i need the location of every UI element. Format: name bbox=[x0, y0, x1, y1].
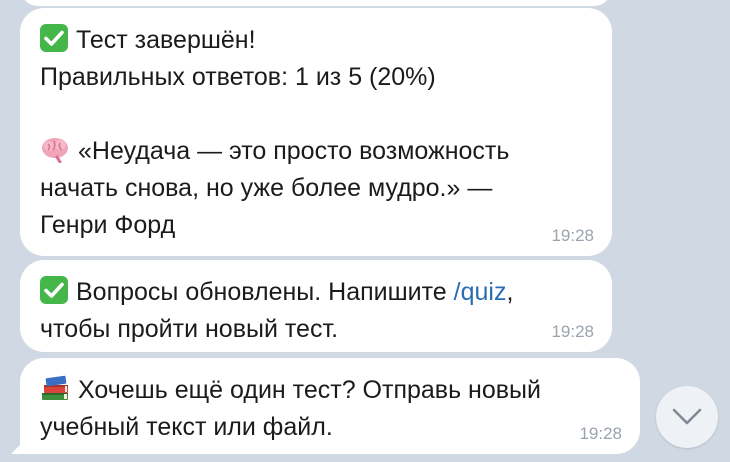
message-text: , bbox=[506, 278, 514, 306]
chat-history[interactable]: Тест завершён! Правильных ответов: 1 из … bbox=[0, 0, 730, 462]
message-line: «Неудача — это просто возможность bbox=[40, 133, 592, 170]
previous-message-bubble bbox=[20, 0, 612, 6]
check-mark-button-icon bbox=[40, 24, 68, 52]
message-line: Хочешь ещё один тест? Отправь новый bbox=[40, 372, 620, 409]
message-text-line-2: чтобы пройти новый тест. bbox=[40, 315, 339, 343]
result-title: Тест завершён! bbox=[76, 26, 256, 54]
message-text-line-2: учебный текст или файл. bbox=[40, 413, 333, 441]
message-text-line-1: Хочешь ещё один тест? Отправь новый bbox=[78, 376, 541, 404]
check-mark-button-icon bbox=[40, 276, 68, 304]
books-icon bbox=[40, 374, 70, 402]
quote-text-line-2: начать снова, но уже более мудро.» — bbox=[40, 174, 493, 202]
result-score: Правильных ответов: 1 из 5 (20%) bbox=[40, 63, 436, 91]
message-line: Тест завершён! bbox=[40, 22, 592, 59]
message-bubble-another-test[interactable]: Хочешь ещё один тест? Отправь новый учеб… bbox=[20, 358, 640, 454]
message-text: Вопросы обновлены. Напишите bbox=[76, 278, 454, 306]
message-bubble-test-result[interactable]: Тест завершён! Правильных ответов: 1 из … bbox=[20, 8, 612, 256]
quote-text-line-1: «Неудача — это просто возможность bbox=[78, 137, 510, 165]
message-time: 19:28 bbox=[579, 424, 622, 443]
message-line: Вопросы обновлены. Напишите /quiz, bbox=[40, 274, 592, 311]
message-time: 19:28 bbox=[551, 226, 594, 245]
scroll-to-bottom-button[interactable] bbox=[656, 386, 718, 448]
quote-author: Генри Форд bbox=[40, 211, 176, 239]
brain-icon bbox=[40, 135, 70, 164]
message-time: 19:28 bbox=[551, 322, 594, 341]
message-bubble-questions-updated[interactable]: Вопросы обновлены. Напишите /quiz, чтобы… bbox=[20, 260, 612, 352]
quiz-command-link[interactable]: /quiz bbox=[454, 278, 507, 306]
